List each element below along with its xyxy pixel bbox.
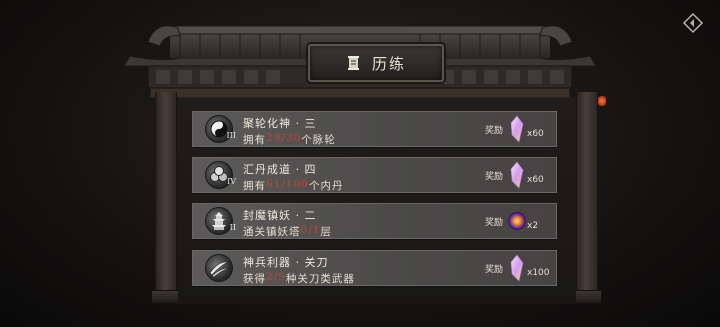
quest-name: 封魔镇妖 · 二: [243, 209, 317, 222]
left-pillar-base: [151, 290, 181, 304]
yin-yang-icon: III: [205, 115, 236, 143]
left-pillar: [155, 92, 177, 304]
tier-label: III: [226, 131, 236, 140]
quest-name: 聚轮化神 · 三: [243, 117, 317, 130]
crystal-icon: [507, 253, 527, 283]
tier-label: IV: [227, 177, 236, 186]
panel-title-plaque: 历练: [308, 44, 444, 82]
reward-label: 奖励: [485, 172, 504, 182]
quest-progress: 拥有 61/100 个内丹: [243, 178, 344, 192]
crystal-icon: [507, 160, 527, 190]
quest-row-4[interactable]: 神兵利器 · 关刀 获得 2/9 种关刀类武器 奖励 x100: [192, 250, 557, 286]
reward-label: 奖励: [485, 126, 504, 136]
quest-progress: 通关镇妖塔 0/1 层: [243, 224, 332, 238]
reward-label: 奖励: [485, 265, 504, 275]
reward-count: x60: [527, 129, 544, 139]
blade-icon: [205, 254, 233, 282]
right-pillar-base: [572, 290, 602, 304]
quest-progress: 获得 2/9 种关刀类武器: [243, 271, 355, 285]
elixir-orbs-icon: IV: [205, 161, 236, 189]
scene-background: 历练 III 聚轮化神 · 三 拥有 29/30 个脉轮 奖励 x60 IV 汇…: [0, 0, 720, 327]
diamond-arrow-icon: [682, 12, 704, 34]
reward-count: x60: [527, 175, 544, 185]
quest-row-3[interactable]: II 封魔镇妖 · 二 通关镇妖塔 0/1 层 奖励 x2: [192, 203, 557, 239]
lantern-glow: [598, 96, 606, 106]
quest-name: 神兵利器 · 关刀: [243, 256, 329, 269]
quest-row-2[interactable]: IV 汇丹成道 · 四 拥有 61/100 个内丹 奖励 x60: [192, 157, 557, 193]
orb-icon: [507, 206, 527, 236]
reward-label: 奖励: [485, 218, 504, 228]
reward-count: x2: [527, 221, 539, 231]
pagoda-icon: II: [205, 207, 236, 235]
quest-row-1[interactable]: III 聚轮化神 · 三 拥有 29/30 个脉轮 奖励 x60: [192, 111, 557, 147]
quest-name: 汇丹成道 · 四: [243, 163, 317, 176]
menu-toggle-button[interactable]: [680, 10, 706, 36]
crystal-icon: [507, 114, 527, 144]
right-pillar: [576, 92, 598, 304]
panel-title: 历练: [371, 54, 406, 73]
tier-label: II: [229, 223, 236, 232]
quest-progress: 拥有 29/30 个脉轮: [243, 132, 336, 146]
scroll-icon: [346, 55, 362, 71]
reward-count: x100: [527, 268, 550, 278]
